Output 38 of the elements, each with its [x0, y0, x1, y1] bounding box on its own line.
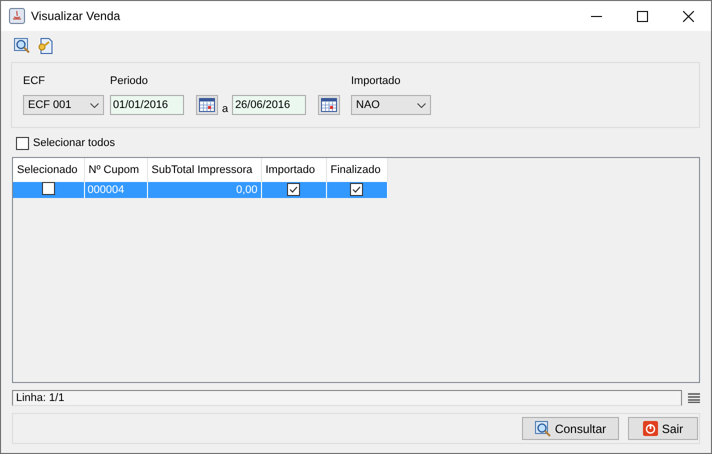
app-icon [9, 8, 25, 24]
imported-label: Importado [351, 75, 402, 89]
search-icon [534, 420, 551, 436]
caret-icon [417, 102, 426, 108]
column-header[interactable]: Finalizado [326, 158, 387, 182]
calendar-icon [321, 98, 338, 112]
ecf-dropdown[interactable]: ECF 001 [23, 95, 104, 115]
status-field: Linha: 1/1 [12, 390, 682, 406]
row-checkbox[interactable] [287, 182, 300, 196]
period-label: Periodo [110, 75, 149, 89]
calendar-button[interactable] [318, 95, 340, 115]
select-all-label: Selecionar todos [33, 137, 115, 149]
end-date-field[interactable]: 26/06/2016 [232, 95, 306, 115]
column-header[interactable]: Nº Cupom [84, 158, 147, 182]
column-header[interactable]: Importado [261, 158, 326, 182]
table-cell: 0,00 [236, 184, 258, 196]
column-header[interactable]: Selecionado [13, 158, 84, 182]
menu-icon[interactable] [688, 393, 700, 403]
calendar-icon [199, 98, 216, 112]
close-icon[interactable] [682, 10, 694, 22]
window-title: Visualizar Venda [31, 9, 122, 23]
search-icon[interactable] [14, 37, 32, 55]
caret-icon [90, 102, 99, 108]
select-all-checkbox[interactable] [16, 136, 29, 150]
imported-dropdown[interactable]: NAO [351, 95, 431, 115]
column-header[interactable]: SubTotal Impressora [147, 158, 261, 182]
ecf-label: ECF [23, 75, 46, 89]
maximize-icon[interactable] [636, 10, 648, 22]
search-button[interactable]: Consultar [522, 417, 619, 440]
exit-button[interactable]: Sair [628, 417, 698, 440]
row-checkbox[interactable] [42, 182, 55, 195]
key-document-icon[interactable] [36, 37, 54, 55]
row-checkbox[interactable] [350, 182, 363, 196]
calendar-button[interactable] [196, 95, 218, 115]
separator-text: a [222, 103, 228, 115]
power-icon [642, 421, 658, 436]
table-cell: 000004 [88, 184, 124, 196]
start-date-field[interactable]: 01/01/2016 [110, 95, 184, 115]
